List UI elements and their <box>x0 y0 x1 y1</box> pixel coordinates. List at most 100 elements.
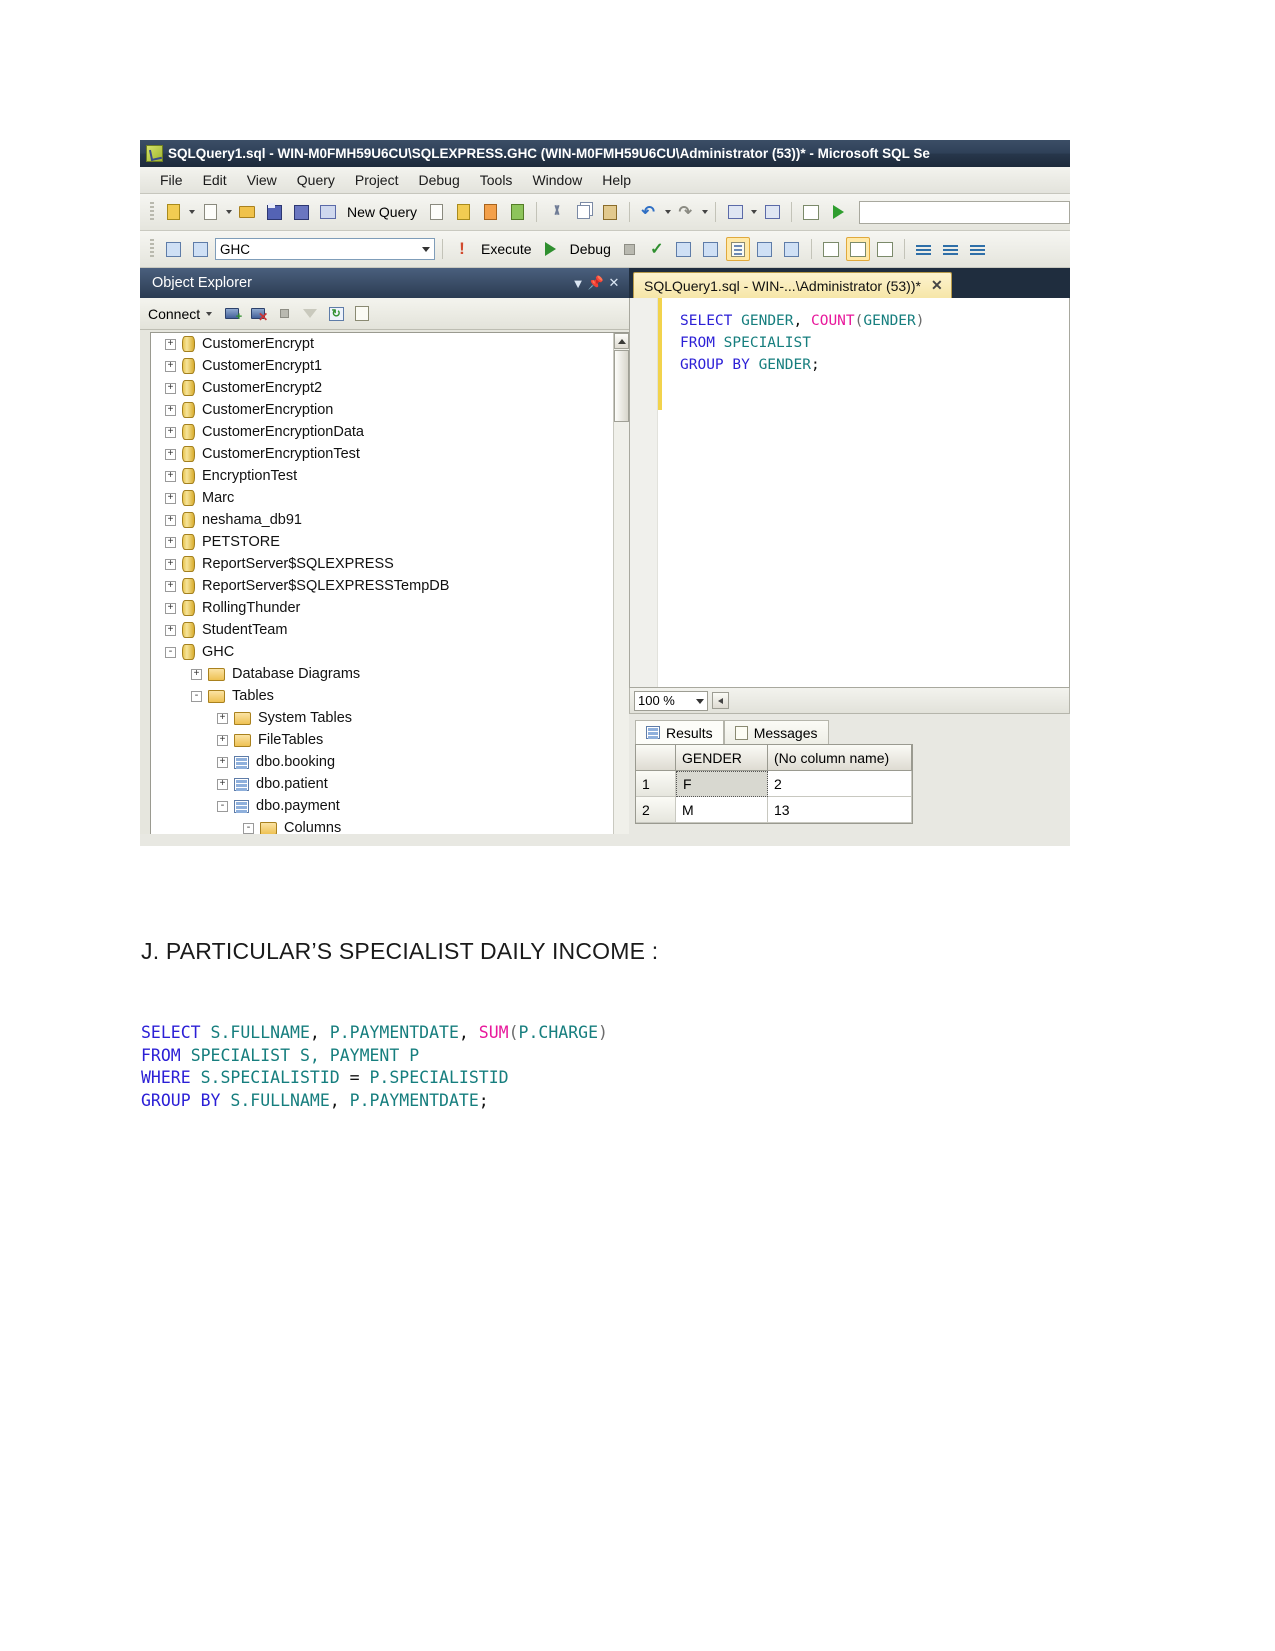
expand-icon[interactable]: + <box>165 492 176 504</box>
editor-code[interactable]: SELECT GENDER, COUNT(GENDER) FROM SPECIAL… <box>662 298 925 687</box>
debug-button[interactable]: Debug <box>566 241 615 257</box>
menu-item-file[interactable]: File <box>150 169 193 191</box>
connect-object-explorer-icon[interactable]: + <box>222 305 242 323</box>
results-to-text-mode-icon[interactable] <box>819 237 843 261</box>
find-combo[interactable] <box>859 200 1070 224</box>
uncomment-lines-icon[interactable] <box>939 237 963 261</box>
tree-item-tables[interactable]: - Tables <box>151 685 613 707</box>
navigate-backward-icon[interactable] <box>723 200 747 224</box>
new-item-icon[interactable] <box>198 200 222 224</box>
chevron-down-icon[interactable] <box>422 247 430 252</box>
menu-item-project[interactable]: Project <box>345 169 409 191</box>
stop-icon[interactable] <box>274 305 294 323</box>
results-to-file-mode-icon[interactable] <box>873 237 897 261</box>
connect-icon[interactable] <box>161 237 185 261</box>
chevron-down-icon[interactable] <box>696 698 704 704</box>
expand-icon[interactable]: + <box>165 382 176 394</box>
toolbar-grip[interactable] <box>150 202 154 222</box>
collapse-icon[interactable]: - <box>191 690 202 702</box>
tree-item-reportserver-sqlexpresstempdb[interactable]: + ReportServer$SQLEXPRESSTempDB <box>151 575 613 597</box>
expand-icon[interactable]: + <box>165 558 176 570</box>
expand-icon[interactable]: + <box>217 756 228 768</box>
expand-icon[interactable]: + <box>165 426 176 438</box>
table-row[interactable]: 2 M 13 <box>636 797 912 823</box>
redo-dropdown-icon[interactable] <box>702 210 709 214</box>
undo-icon[interactable]: ↶ <box>637 200 661 224</box>
expand-icon[interactable]: + <box>165 536 176 548</box>
navigate-dropdown-icon[interactable] <box>751 210 758 214</box>
menu-item-tools[interactable]: Tools <box>470 169 523 191</box>
tree-item-database-diagrams[interactable]: + Database Diagrams <box>151 663 613 685</box>
tree-item-dbo-patient[interactable]: + dbo.patient <box>151 773 613 795</box>
cancel-executing-query-icon[interactable] <box>618 237 642 261</box>
collapse-icon[interactable]: - <box>243 822 254 834</box>
new-database-engine-query-icon[interactable] <box>424 200 448 224</box>
display-estimated-execution-plan-icon[interactable] <box>672 237 696 261</box>
close-icon[interactable]: ✕ <box>931 277 943 294</box>
menu-item-help[interactable]: Help <box>592 169 641 191</box>
expand-icon[interactable]: + <box>165 624 176 636</box>
tree-item-rollingthunder[interactable]: + RollingThunder <box>151 597 613 619</box>
collapse-icon[interactable]: - <box>165 646 176 658</box>
cell-count[interactable]: 2 <box>768 771 912 797</box>
tree-item-ghc[interactable]: - GHC <box>151 641 613 663</box>
tree-item-neshama-db91[interactable]: + neshama_db91 <box>151 509 613 531</box>
tree-item-encryptiontest[interactable]: + EncryptionTest <box>151 465 613 487</box>
column-header-no-column-name[interactable]: (No column name) <box>768 745 912 771</box>
new-query-icon[interactable] <box>316 200 340 224</box>
menu-item-query[interactable]: Query <box>287 169 345 191</box>
open-file-icon[interactable] <box>235 200 259 224</box>
new-analysis-services-dmx-query-icon[interactable] <box>478 200 502 224</box>
tab-results[interactable]: Results <box>635 720 724 744</box>
tree-item-filetables[interactable]: + FileTables <box>151 729 613 751</box>
scroll-left-button[interactable] <box>712 692 729 709</box>
chevron-down-icon[interactable] <box>206 311 213 316</box>
show-diagram-pane-icon[interactable] <box>799 200 823 224</box>
execute-button[interactable]: Execute <box>477 241 536 257</box>
execute-exclamation-icon[interactable]: ! <box>450 237 474 261</box>
expand-icon[interactable]: + <box>217 712 228 724</box>
pin-icon[interactable]: 📌 <box>587 274 605 292</box>
comment-lines-icon[interactable] <box>912 237 936 261</box>
tree-item-system-tables[interactable]: + System Tables <box>151 707 613 729</box>
tree-item-dbo-payment[interactable]: - dbo.payment <box>151 795 613 817</box>
paste-icon[interactable] <box>598 200 622 224</box>
tree-item-customerencryptiondata[interactable]: + CustomerEncryptionData <box>151 421 613 443</box>
results-to-grid-mode-icon[interactable] <box>845 237 870 261</box>
expand-icon[interactable]: + <box>217 734 228 746</box>
query-options-icon[interactable] <box>699 237 723 261</box>
scroll-up-button[interactable] <box>614 333 629 349</box>
run-icon[interactable] <box>826 200 850 224</box>
change-connection-icon[interactable] <box>188 237 212 261</box>
expand-icon[interactable]: + <box>165 448 176 460</box>
results-to-text-icon[interactable] <box>725 237 750 261</box>
toolbar-grip[interactable] <box>150 239 154 259</box>
filter-icon[interactable] <box>300 305 320 323</box>
sql-editor[interactable]: SELECT GENDER, COUNT(GENDER) FROM SPECIAL… <box>629 298 1070 688</box>
tree-item-customerencrypt1[interactable]: + CustomerEncrypt1 <box>151 355 613 377</box>
column-header-gender[interactable]: GENDER <box>676 745 768 771</box>
undo-dropdown-icon[interactable] <box>665 210 672 214</box>
tree-item-customerencryptiontest[interactable]: + CustomerEncryptionTest <box>151 443 613 465</box>
column-header-rownum[interactable] <box>636 745 676 771</box>
increase-indent-icon[interactable] <box>966 237 990 261</box>
navigate-forward-icon[interactable] <box>760 200 784 224</box>
tree-item-customerencrypt[interactable]: + CustomerEncrypt <box>151 333 613 355</box>
debug-play-icon[interactable] <box>539 237 563 261</box>
new-analysis-services-xmla-query-icon[interactable] <box>505 200 529 224</box>
new-project-dropdown-icon[interactable] <box>189 210 195 214</box>
tree-item-studentteam[interactable]: + StudentTeam <box>151 619 613 641</box>
close-icon[interactable]: ✕ <box>605 274 623 292</box>
save-all-icon[interactable] <box>289 200 313 224</box>
scrollbar-thumb[interactable] <box>614 350 629 422</box>
expand-icon[interactable]: + <box>165 514 176 526</box>
menu-item-edit[interactable]: Edit <box>193 169 237 191</box>
tree-item-dbo-booking[interactable]: + dbo.booking <box>151 751 613 773</box>
cut-icon[interactable] <box>544 200 568 224</box>
save-icon[interactable] <box>262 200 286 224</box>
results-grid[interactable]: GENDER (No column name) 1 F 2 2 M 13 <box>635 744 913 824</box>
expand-icon[interactable]: + <box>165 470 176 482</box>
copy-icon[interactable] <box>571 200 595 224</box>
expand-icon[interactable]: + <box>165 602 176 614</box>
cell-gender[interactable]: F <box>676 771 768 797</box>
